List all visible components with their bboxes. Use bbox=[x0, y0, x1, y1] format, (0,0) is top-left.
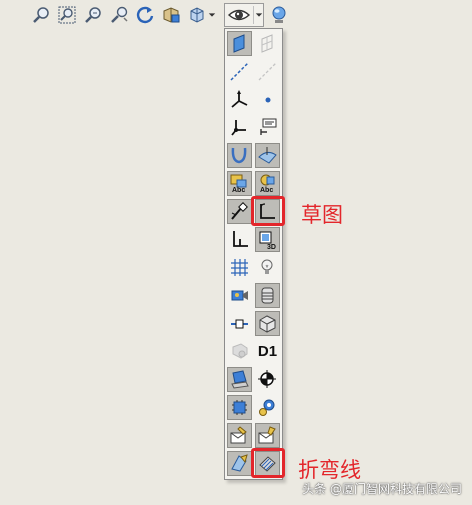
sketch-3d-icon: 3D bbox=[259, 231, 276, 250]
cosmetic-thread-icon bbox=[261, 287, 274, 304]
temporary-axis-icon bbox=[258, 62, 277, 81]
view-sketch-relations-button[interactable] bbox=[227, 199, 252, 224]
pencil-part-icon bbox=[231, 454, 248, 472]
sketch-callout-label: 草图 bbox=[301, 203, 343, 227]
view-dimension-xpert-button[interactable] bbox=[227, 227, 252, 252]
sketch-relation-icon bbox=[231, 202, 248, 220]
reference-dimension-icon bbox=[233, 231, 248, 247]
view-center-of-mass-button[interactable] bbox=[255, 367, 280, 392]
view-points-button[interactable] bbox=[255, 87, 280, 112]
part-box-icon bbox=[259, 315, 276, 333]
gear-icon bbox=[259, 399, 275, 416]
view-sensors-button[interactable] bbox=[227, 395, 252, 420]
view-weld-beads-button[interactable] bbox=[227, 339, 252, 364]
surface-icon bbox=[258, 147, 277, 164]
laptop-decal-icon bbox=[231, 370, 249, 389]
section-view-icon[interactable] bbox=[160, 4, 182, 26]
view-orientation-dropdown-icon[interactable] bbox=[207, 4, 217, 26]
center-of-mass-icon bbox=[258, 370, 276, 388]
hide-show-items-icon bbox=[227, 6, 251, 24]
envelope-pencil-icon bbox=[258, 426, 276, 444]
zoom-to-area-icon[interactable] bbox=[56, 4, 78, 26]
view-grid-button[interactable] bbox=[227, 255, 252, 280]
feature-text-icon: Abc bbox=[260, 174, 275, 194]
weld-bead-icon bbox=[232, 343, 248, 359]
rotate-view-icon[interactable] bbox=[134, 4, 156, 26]
routing-point-icon bbox=[231, 319, 248, 329]
view-temporary-axes-button[interactable] bbox=[255, 59, 280, 84]
watermark: 头条 @厦门智网科技有限公司 bbox=[302, 482, 462, 496]
svg-text:3D: 3D bbox=[267, 244, 276, 250]
view-planes-alt-button[interactable] bbox=[255, 31, 280, 56]
view-sketch-dimensions-button[interactable]: Abc bbox=[227, 171, 252, 196]
svg-text:Abc: Abc bbox=[232, 187, 245, 194]
point-icon bbox=[265, 97, 271, 103]
plane-grid-icon bbox=[261, 34, 273, 53]
bend-lines-highlight bbox=[251, 448, 285, 478]
view-sketch-sensors-button[interactable] bbox=[227, 451, 252, 476]
sketch-text-icon: Abc bbox=[230, 174, 247, 194]
dimension-name-label: D1 bbox=[257, 343, 278, 360]
view-axes-button[interactable] bbox=[227, 59, 252, 84]
view-origins-button[interactable] bbox=[227, 115, 252, 140]
view-annotations-button[interactable] bbox=[255, 115, 280, 140]
plane-icon bbox=[233, 34, 245, 53]
view-parts-button[interactable] bbox=[255, 311, 280, 336]
view-planes-button[interactable] bbox=[227, 31, 252, 56]
view-cosmetic-threads-button[interactable] bbox=[255, 283, 280, 308]
light-bulb-icon bbox=[261, 259, 273, 274]
view-mates-button[interactable] bbox=[255, 395, 280, 420]
view-surfaces-button[interactable] bbox=[255, 143, 280, 168]
hide-show-flyout-panel: Abc Abc 3D D1 bbox=[224, 28, 283, 480]
envelope-markup-icon bbox=[230, 426, 247, 444]
view-markups-button[interactable] bbox=[227, 423, 252, 448]
view-dimension-names-button[interactable]: D1 bbox=[255, 339, 280, 364]
view-routing-points-button[interactable] bbox=[227, 311, 252, 336]
zoom-selection-icon[interactable] bbox=[108, 4, 130, 26]
view-coordinate-systems-button[interactable] bbox=[227, 87, 252, 112]
camera-icon bbox=[231, 290, 248, 301]
svg-text:Abc: Abc bbox=[260, 187, 273, 194]
sketch-highlight bbox=[251, 196, 285, 226]
sensor-icon bbox=[232, 400, 247, 415]
view-curves-button[interactable] bbox=[227, 143, 252, 168]
view-orientation-icon[interactable] bbox=[186, 4, 208, 26]
hide-show-items-button[interactable] bbox=[224, 3, 264, 27]
axis-icon bbox=[230, 62, 249, 81]
coordinate-system-icon bbox=[231, 90, 248, 108]
appearance-globe-icon[interactable] bbox=[268, 4, 290, 26]
view-decals-button[interactable] bbox=[227, 367, 252, 392]
curve-icon bbox=[231, 147, 247, 164]
chevron-down-icon[interactable] bbox=[253, 6, 264, 24]
origin-icon bbox=[231, 120, 246, 136]
view-lights-button[interactable] bbox=[255, 255, 280, 280]
view-markups-alt-button[interactable] bbox=[255, 423, 280, 448]
view-feature-text-button[interactable]: Abc bbox=[255, 171, 280, 196]
view-3d-sketches-button[interactable]: 3D bbox=[255, 227, 280, 252]
grid-icon bbox=[231, 259, 248, 276]
zoom-in-out-icon[interactable] bbox=[82, 4, 104, 26]
zoom-to-fit-icon[interactable] bbox=[30, 4, 52, 26]
view-cameras-button[interactable] bbox=[227, 283, 252, 308]
annotation-icon bbox=[260, 118, 277, 135]
